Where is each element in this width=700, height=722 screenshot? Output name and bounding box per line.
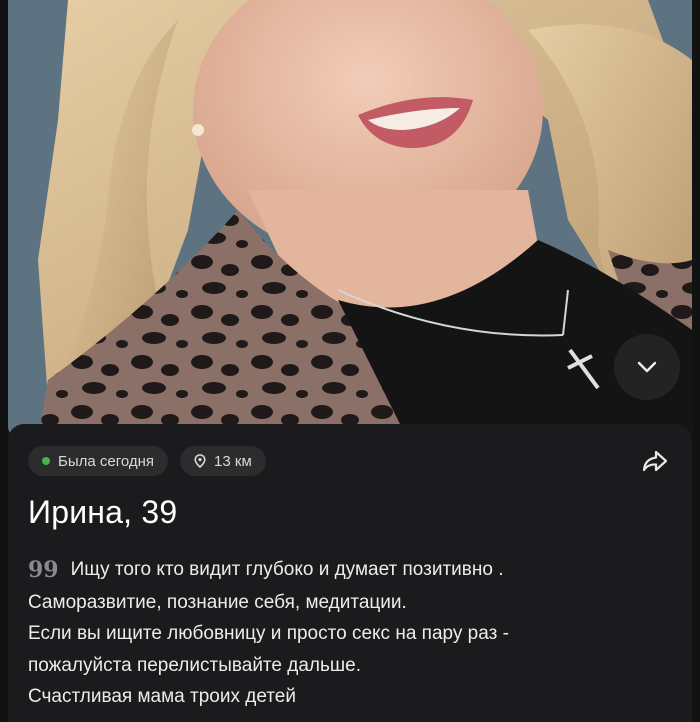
bio-line: Саморазвитие, познание себя, медитации.	[28, 591, 407, 613]
bio-line: Если вы ищите любовницу и просто секс на…	[28, 623, 509, 644]
bio-line: 99 Ищу того кто видит глубоко и думает по…	[28, 554, 678, 587]
share-button[interactable]	[640, 446, 670, 476]
bio-line: пожалуйста перелистывайте дальше.	[28, 654, 361, 676]
distance-chip: 13 км	[180, 446, 266, 476]
location-pin-icon	[194, 454, 206, 468]
collapse-button[interactable]	[614, 334, 680, 400]
profile-chips: Была сегодня 13 км	[28, 446, 266, 476]
online-dot-icon	[42, 457, 50, 465]
share-arrow-icon	[642, 450, 668, 472]
profile-info-card: Была сегодня 13 км Ирина, 39 99 Ищу того …	[8, 424, 692, 722]
chevron-down-icon	[637, 361, 657, 373]
profile-bio: 99 Ищу того кто видит глубоко и думает по…	[28, 554, 678, 713]
profile-photo[interactable]	[8, 0, 692, 440]
distance-text: 13 км	[214, 452, 252, 470]
bio-line-text: Ищу того кто видит глубоко и думает пози…	[70, 559, 504, 580]
bio-line: Счастливая мама троих детей	[28, 686, 296, 707]
quote-icon: 99	[28, 557, 59, 583]
profile-screen: Была сегодня 13 км Ирина, 39 99 Ищу того …	[0, 0, 700, 722]
status-text: Была сегодня	[58, 452, 155, 470]
status-chip: Была сегодня	[28, 446, 169, 476]
profile-name-age: Ирина, 39	[28, 494, 178, 530]
profile-photo-illustration	[8, 0, 692, 440]
